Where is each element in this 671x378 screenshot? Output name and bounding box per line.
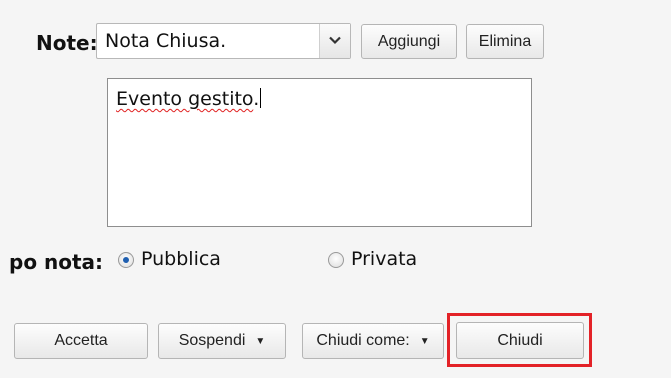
close-as-button-label: Chiudi come: (316, 332, 410, 349)
note-type-label: po nota: (9, 250, 104, 274)
suspend-button-label: Sospendi (178, 332, 246, 349)
delete-note-button[interactable]: Elimina (466, 24, 544, 59)
caret-down-icon: ▼ (255, 335, 266, 347)
radio-pubblica[interactable] (118, 252, 134, 268)
text-caret (260, 88, 262, 108)
accept-button-label: Accetta (54, 332, 108, 349)
note-text-tail: . (253, 88, 260, 110)
note-select[interactable]: Nota Chiusa. (96, 23, 351, 59)
close-as-dropdown-button[interactable]: Chiudi come: ▼ (302, 323, 444, 359)
misspelled-text: Evento gestito (116, 88, 254, 110)
select-dropdown-button[interactable] (320, 24, 350, 58)
suspend-dropdown-button[interactable]: Sospendi ▼ (158, 323, 286, 359)
note-textarea[interactable]: Evento gestito. (107, 78, 532, 227)
accept-button[interactable]: Accetta (14, 323, 148, 359)
note-select-value: Nota Chiusa. (105, 30, 227, 52)
radio-privata-label[interactable]: Privata (351, 248, 417, 270)
radio-pubblica-label[interactable]: Pubblica (141, 248, 221, 270)
caret-down-icon: ▼ (419, 335, 430, 347)
radio-privata[interactable] (328, 252, 344, 268)
add-note-button[interactable]: Aggiungi (361, 24, 457, 59)
note-label: Note: (36, 31, 98, 55)
chevron-down-icon (329, 36, 341, 45)
note-text: Evento gestito. (116, 88, 262, 110)
highlight-box (447, 313, 592, 367)
